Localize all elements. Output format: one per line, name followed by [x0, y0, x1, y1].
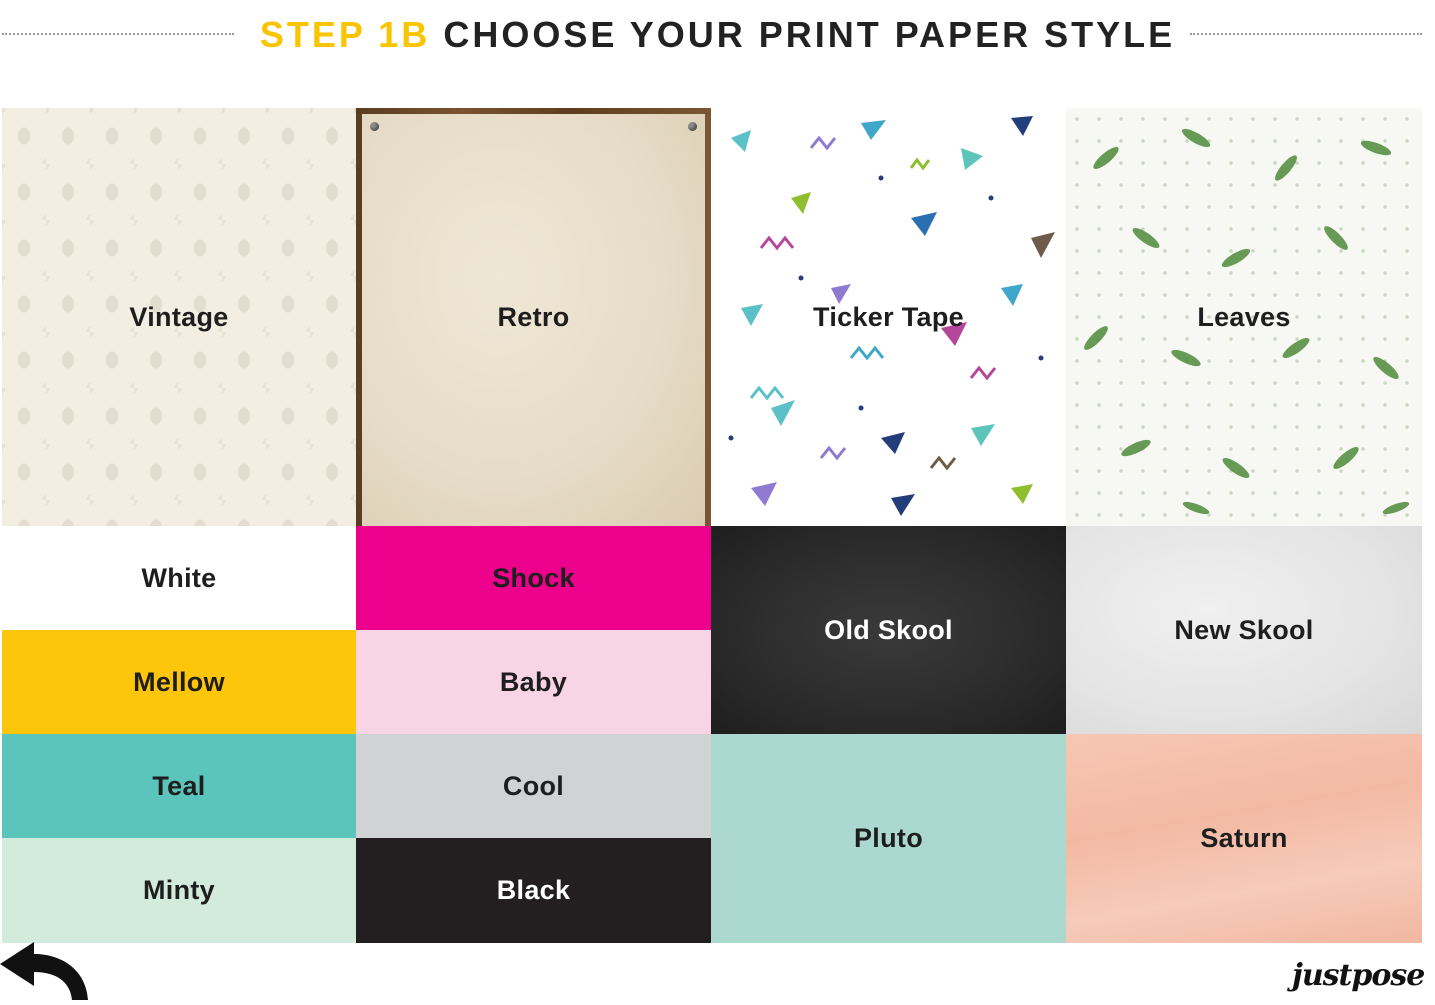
style-tile-saturn[interactable]: Saturn	[1066, 734, 1422, 943]
style-label: Pluto	[854, 823, 923, 853]
back-button[interactable]	[0, 940, 92, 1000]
style-label: Old Skool	[824, 614, 953, 645]
style-tile-cool[interactable]: Cool	[356, 734, 711, 838]
style-tile-teal[interactable]: Teal	[2, 734, 356, 838]
style-tile-minty[interactable]: Minty	[2, 838, 356, 943]
style-label: Saturn	[1200, 823, 1288, 853]
pin-icon	[688, 122, 697, 131]
page-title: STEP 1B CHOOSE YOUR PRINT PAPER STYLE	[0, 14, 1435, 56]
style-tile-white[interactable]: White	[2, 526, 356, 630]
style-label: Teal	[152, 770, 206, 801]
justpose-logo: justpose	[1292, 958, 1425, 993]
style-tile-baby[interactable]: Baby	[356, 630, 711, 734]
page-header: STEP 1B CHOOSE YOUR PRINT PAPER STYLE	[0, 0, 1435, 70]
style-label: White	[141, 562, 217, 593]
style-tile-new-skool[interactable]: New Skool	[1066, 526, 1422, 734]
header-divider-right	[1190, 33, 1422, 35]
style-tile-black[interactable]: Black	[356, 838, 711, 943]
style-label: Mellow	[133, 666, 225, 697]
style-label: Black	[496, 875, 571, 905]
style-label: Cool	[502, 770, 565, 801]
back-arrow-icon	[0, 942, 88, 1000]
title-text: CHOOSE YOUR PRINT PAPER STYLE	[443, 14, 1176, 55]
style-tile-retro[interactable]: Retro	[356, 108, 711, 526]
style-tile-old-skool[interactable]: Old Skool	[711, 526, 1066, 734]
style-tile-shock[interactable]: Shock	[356, 526, 711, 630]
step-label: STEP 1B	[259, 14, 431, 55]
style-label: Retro	[497, 301, 570, 332]
style-tile-leaves[interactable]: Leaves	[1066, 108, 1422, 526]
style-tile-vintage[interactable]: Vintage	[2, 108, 356, 526]
style-label: New Skool	[1174, 614, 1314, 645]
style-label: Minty	[143, 875, 215, 905]
style-label: Ticker Tape	[813, 301, 964, 332]
style-label: Leaves	[1197, 301, 1291, 332]
style-tile-mellow[interactable]: Mellow	[2, 630, 356, 734]
paper-style-grid: Vintage Retro Ticker Tape Leaves White M…	[2, 108, 1422, 943]
style-label: Vintage	[129, 301, 229, 332]
style-tile-ticker-tape[interactable]: Ticker Tape	[711, 108, 1066, 526]
style-label: Baby	[499, 666, 568, 697]
style-label: Shock	[492, 562, 575, 593]
style-tile-pluto[interactable]: Pluto	[711, 734, 1066, 943]
pin-icon	[370, 122, 379, 131]
